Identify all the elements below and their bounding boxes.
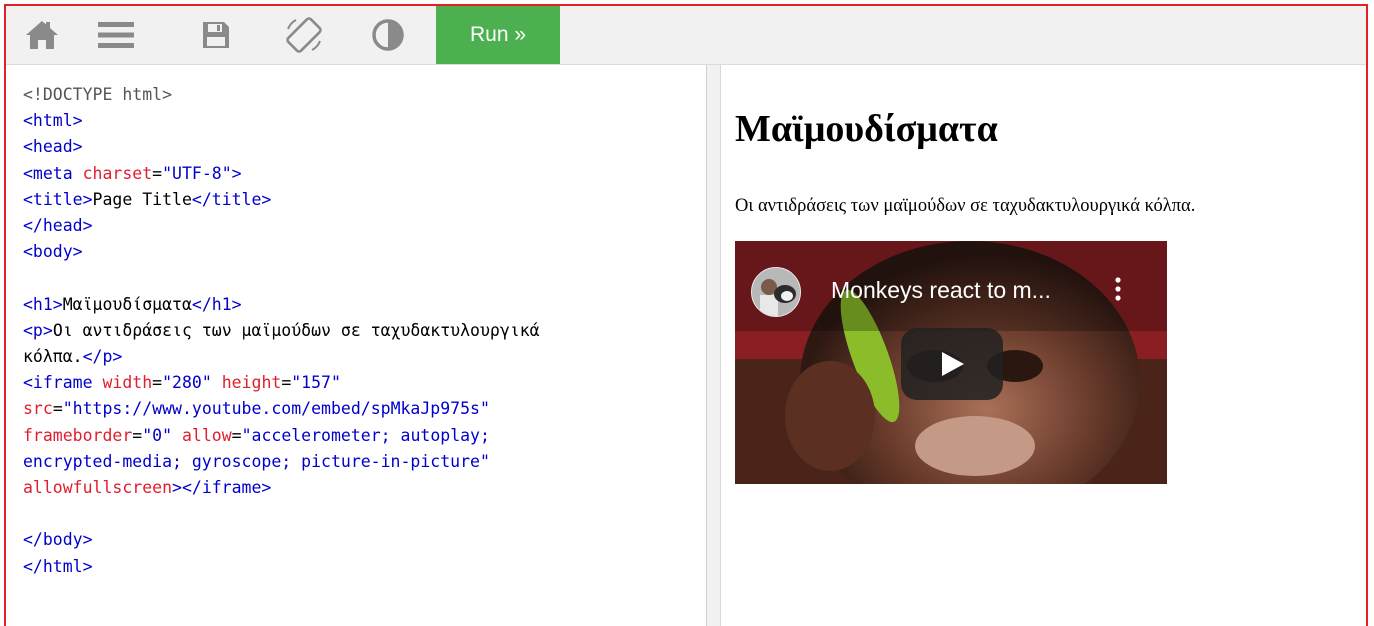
code-editor[interactable]: <!DOCTYPE html> <html> <head> <meta char…	[6, 65, 707, 626]
code-line: <meta charset="UTF-8">	[23, 163, 242, 183]
code-line: <head>	[23, 137, 83, 157]
code-line: <p>Οι αντιδράσεις των μαϊμούδων σε ταχυδ…	[23, 320, 540, 340]
tryit-editor-window: Run » <!DOCTYPE html> <html> <head> <met…	[4, 4, 1368, 626]
play-icon	[942, 352, 964, 376]
save-icon[interactable]	[196, 16, 236, 54]
code-line: <iframe width="280" height="157"	[23, 373, 341, 393]
code-line: </body>	[23, 530, 93, 550]
more-options-icon[interactable]	[1110, 275, 1126, 305]
rotate-icon[interactable]	[284, 16, 324, 54]
code-line: <!DOCTYPE html>	[23, 85, 173, 104]
code-line: frameborder="0" allow="accelerometer; au…	[23, 425, 490, 445]
code-line: src="https://www.youtube.com/embed/spMka…	[23, 399, 490, 419]
home-icon[interactable]	[22, 16, 62, 54]
result-heading: Μαϊμουδίσματα	[735, 108, 998, 150]
code-line: <h1>Μαϊμουδίσματα</h1>	[23, 294, 242, 314]
video-title[interactable]: Monkeys react to m...	[831, 277, 1051, 304]
run-button[interactable]: Run »	[436, 6, 560, 64]
result-pane: Μαϊμουδίσματα Οι αντιδράσεις των μαϊμούδ…	[721, 65, 1366, 626]
code-line: <body>	[23, 242, 83, 262]
code-line: <html>	[23, 111, 83, 131]
code-line: </html>	[23, 556, 93, 576]
menu-icon[interactable]	[96, 16, 136, 54]
code-line: </head>	[23, 216, 93, 236]
pane-splitter[interactable]	[707, 65, 721, 626]
contrast-icon[interactable]	[368, 16, 408, 54]
code-line: <title>Page Title</title>	[23, 189, 272, 209]
code-line: encrypted-media; gyroscope; picture-in-p…	[23, 451, 490, 471]
youtube-video-embed[interactable]: Monkeys react to m...	[735, 241, 1167, 484]
code-line: allowfullscreen></iframe>	[23, 478, 272, 498]
play-button[interactable]	[901, 328, 1003, 400]
code-line: κόλπα.</p>	[23, 347, 123, 367]
result-paragraph: Οι αντιδράσεις των μαϊμούδων σε ταχυδακτ…	[735, 196, 1196, 216]
code-text[interactable]: <!DOCTYPE html> <html> <head> <meta char…	[23, 82, 540, 580]
toolbar: Run »	[6, 6, 1366, 65]
channel-avatar-icon[interactable]	[751, 267, 801, 317]
